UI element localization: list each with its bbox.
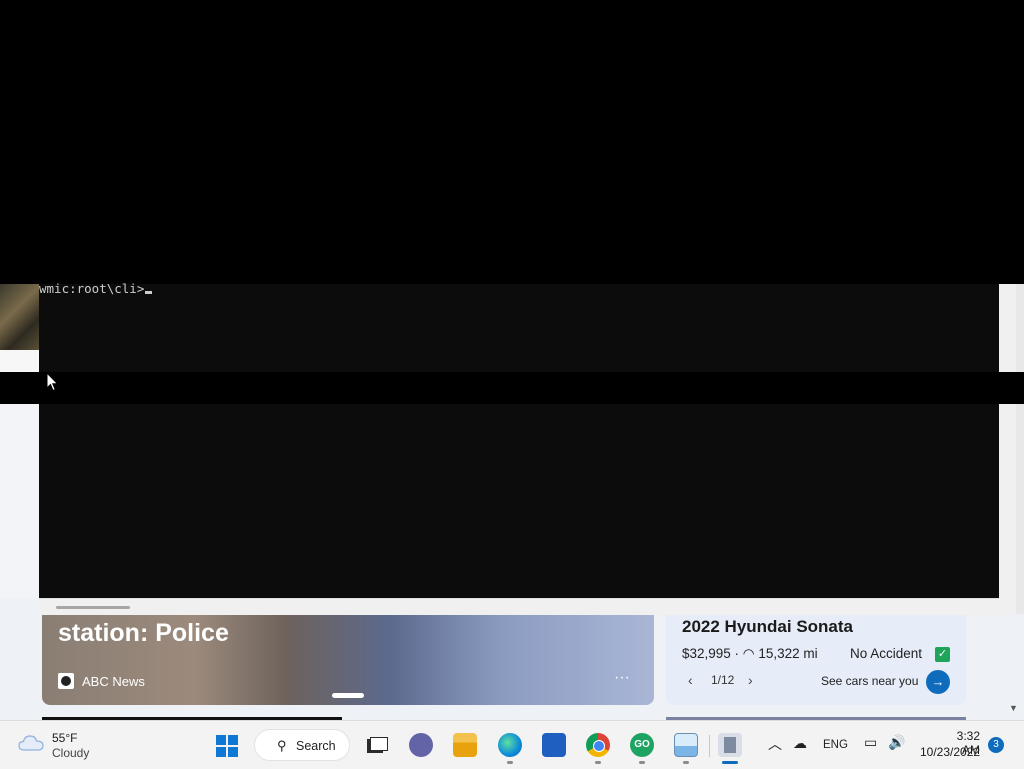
edge-browser-icon[interactable] (498, 733, 522, 757)
see-cars-link[interactable]: See cars near you (821, 674, 918, 688)
chevron-left-icon[interactable]: ‹ (688, 672, 693, 688)
news-headline[interactable]: station: Police (58, 619, 229, 648)
car-price-mileage: $32,995 · ◠ 15,322 mi (682, 646, 818, 662)
screen-blackout-band (0, 372, 1024, 404)
search-icon: ⚲ (277, 738, 287, 753)
onedrive-cloud-icon[interactable]: ☁ (793, 735, 807, 752)
clock-date[interactable]: 10/23/2022 (920, 745, 980, 759)
news-thumbnail-fragment (0, 284, 39, 350)
mouse-pointer-icon (46, 372, 59, 392)
running-indicator (683, 761, 689, 764)
chevron-right-icon[interactable]: › (748, 672, 753, 688)
weather-description[interactable]: Cloudy (52, 746, 89, 760)
search-label: Search (296, 739, 336, 753)
news-source: ABC News (82, 674, 145, 689)
go-app-icon[interactable]: GO (630, 733, 654, 757)
text-cursor (145, 291, 153, 294)
console-prompt-line[interactable]: wmic:root\cli> (39, 281, 153, 296)
console-horizontal-scrollbar[interactable] (39, 598, 999, 616)
more-options-button[interactable]: ··· (614, 669, 630, 687)
car-mileage: 15,322 mi (758, 646, 818, 661)
windows-start-icon[interactable] (216, 735, 238, 757)
console-prompt-text: wmic:root\cli> (39, 281, 145, 296)
scroll-down-arrow-icon[interactable]: ▼ (1009, 703, 1018, 713)
taskbar-divider (709, 735, 710, 757)
page-background-fragment (0, 350, 39, 372)
task-view-icon[interactable] (364, 733, 388, 757)
wmic-console-icon[interactable] (718, 733, 742, 757)
chrome-browser-icon[interactable] (586, 733, 610, 757)
running-indicator (639, 761, 645, 764)
volume-icon[interactable]: 🔊 (888, 734, 905, 751)
check-icon: ✓ (935, 647, 950, 662)
arrow-right-icon[interactable]: → (926, 670, 950, 694)
taskbar: 55°F Cloudy ⚲ Search GO ︿ ☁ ENG ▭ 🔊 3:32… (0, 720, 1024, 769)
page-scrollbar-track[interactable] (1016, 284, 1024, 614)
resize-grip-icon[interactable] (999, 598, 1016, 615)
chevron-up-icon[interactable]: ︿ (768, 734, 782, 754)
horizontal-scroll-thumb[interactable] (56, 606, 130, 609)
odometer-icon: ◠ (742, 646, 759, 661)
abc-news-logo-icon (58, 673, 74, 689)
news-card[interactable]: station: Police ABC News ··· (42, 615, 654, 705)
cloud-icon[interactable] (18, 733, 44, 751)
running-indicator (507, 761, 513, 764)
file-explorer-icon[interactable] (453, 733, 477, 757)
car-pager: 1/12 (711, 673, 735, 687)
carousel-indicator[interactable] (332, 693, 364, 698)
search-button[interactable]: ⚲ Search (254, 729, 350, 761)
active-window-indicator (722, 761, 738, 764)
running-indicator (595, 761, 601, 764)
notification-badge[interactable]: 3 (988, 737, 1004, 753)
weather-temperature[interactable]: 55°F (52, 731, 77, 745)
page-background-fragment (0, 404, 39, 598)
car-ad-card[interactable]: 2022 Hyundai Sonata $32,995 · ◠ 15,322 m… (666, 615, 966, 705)
network-icon[interactable]: ▭ (864, 734, 877, 751)
no-accident-label: No Accident (850, 646, 923, 661)
car-price: $32,995 · (682, 646, 743, 661)
screen-blackout-top (0, 0, 1024, 284)
wmic-console-window[interactable]: wmic:root\cli> (39, 281, 999, 598)
console-vertical-scrollbar[interactable] (999, 284, 1016, 598)
photos-app-icon[interactable] (674, 733, 698, 757)
teams-chat-icon[interactable] (409, 733, 433, 757)
language-indicator[interactable]: ENG (823, 739, 848, 751)
car-title[interactable]: 2022 Hyundai Sonata (682, 617, 853, 637)
microsoft-store-icon[interactable] (542, 733, 566, 757)
